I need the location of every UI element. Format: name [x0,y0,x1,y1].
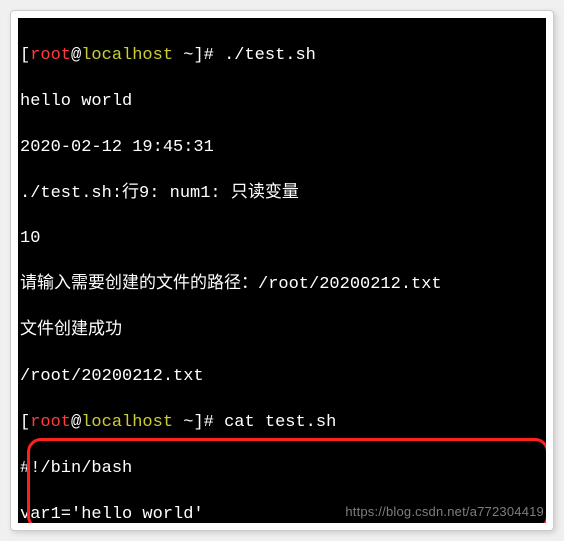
screenshot-frame: [root@localhost ~]# ./test.sh hello worl… [10,10,554,531]
prompt-line-2: [root@localhost ~]# cat test.sh [20,412,544,435]
output-created-ok: 文件创建成功 [20,320,544,343]
command-cat-test: cat test.sh [224,413,336,432]
output-readonly-error: ./test.sh:行9: num1: 只读变量 [20,183,544,206]
output-input-prompt: 请输入需要创建的文件的路径：/root/20200212.txt [20,274,544,297]
prompt-line-1: [root@localhost ~]# ./test.sh [20,45,544,68]
output-ten: 10 [20,228,544,251]
output-timestamp: 2020-02-12 19:45:31 [20,137,544,160]
terminal-window[interactable]: [root@localhost ~]# ./test.sh hello worl… [18,18,546,523]
output-filepath: /root/20200212.txt [20,366,544,389]
output-hello: hello world [20,91,544,114]
script-shebang: #!/bin/bash [20,458,544,481]
command-run-test: ./test.sh [224,46,316,65]
script-var1-assign: var1='hello world' [20,504,544,523]
